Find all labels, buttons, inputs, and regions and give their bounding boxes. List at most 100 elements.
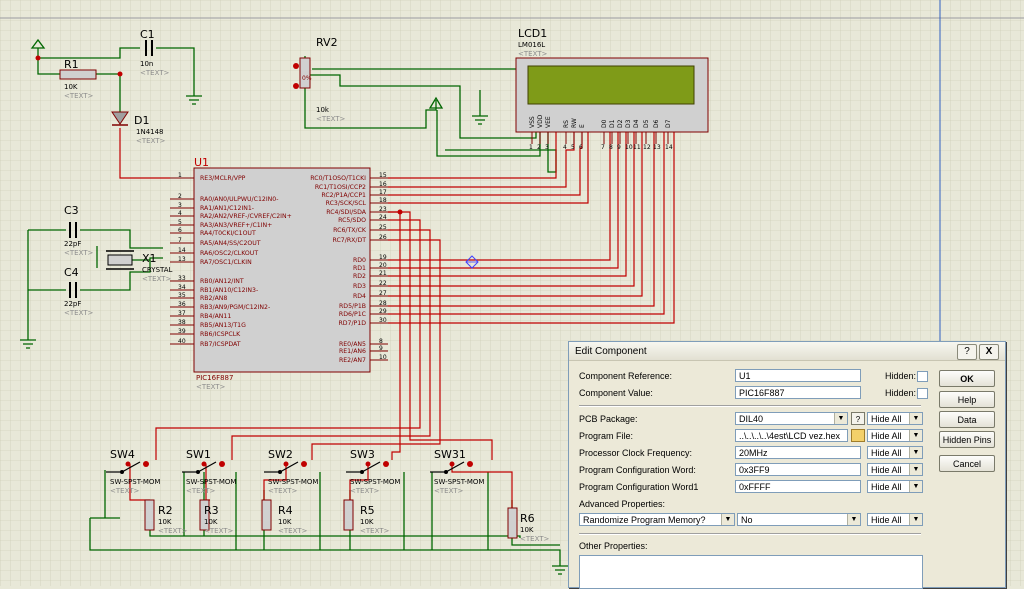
clock-visibility-select[interactable]: Hide All ▼ xyxy=(867,446,923,459)
r3-text: <TEXT> xyxy=(204,527,234,535)
switch-text: <TEXT> xyxy=(268,487,298,495)
u1-pin-name: RD3 xyxy=(353,283,366,290)
lcd-pin-number: 3 xyxy=(545,144,549,151)
clock-frequency-input[interactable]: 20MHz xyxy=(735,446,861,459)
switch-terminal-dot xyxy=(301,461,307,467)
r5-value: 10K xyxy=(360,518,374,526)
u1-pin-name: RE3/MCLR/VPP xyxy=(200,175,246,182)
hide-all-text: Hide All xyxy=(871,414,902,424)
lcd-pin-name: D1 xyxy=(609,119,616,128)
switch-value: SW-SPST-MOM xyxy=(350,478,400,486)
switch-value: SW-SPST-MOM xyxy=(268,478,318,486)
dialog-title: Edit Component xyxy=(575,346,647,357)
lcd-pin-number: 14 xyxy=(665,144,673,151)
switch-value: SW-SPST-MOM xyxy=(110,478,160,486)
microcontroller-u1[interactable]: U1 1 RE3/MCLR/VPP 2 RA0/AN0/ULPWU/C12IN0- 3 R… xyxy=(170,156,388,391)
u1-pin-name: RD6/P1C xyxy=(339,311,366,318)
rv2-mark: 0% xyxy=(302,75,312,82)
switch-terminal-dot xyxy=(201,461,207,467)
close-button[interactable]: X xyxy=(979,344,999,360)
rv2-ref: RV2 xyxy=(316,36,338,49)
u1-pin-name: RB7/ICSPDAT xyxy=(200,341,241,348)
switch-terminal-dot xyxy=(467,461,473,467)
chevron-down-icon: ▼ xyxy=(909,514,922,525)
pcb-package-value: DIL40 xyxy=(739,414,764,424)
pcb-package-label: PCB Package: xyxy=(579,414,638,424)
u1-pin-name: RA7/OSC1/CLKIN xyxy=(200,259,252,266)
u1-pin-number: 17 xyxy=(379,189,387,196)
switch-text: <TEXT> xyxy=(110,487,140,495)
u1-pin-name: RB2/AN8 xyxy=(200,295,227,302)
lcd-pin-name: D5 xyxy=(643,119,650,128)
advanced-visibility-select[interactable]: Hide All ▼ xyxy=(867,513,923,526)
config-visibility-select[interactable]: Hide All ▼ xyxy=(867,463,923,476)
lcd-pin-name: VEE xyxy=(545,116,552,128)
hidden-checkbox-2[interactable] xyxy=(917,388,928,399)
r5-ref: R5 xyxy=(360,504,375,517)
other-properties-textarea[interactable] xyxy=(579,555,923,589)
dialog-titlebar[interactable]: Edit Component ? X xyxy=(569,342,1005,361)
rv2-value: 10k xyxy=(316,106,330,114)
chevron-down-icon: ▼ xyxy=(834,413,847,424)
u1-pin-name: RB6/ICSPCLK xyxy=(200,331,241,338)
hidden-checkbox-1[interactable] xyxy=(917,371,928,382)
r5-text: <TEXT> xyxy=(360,527,390,535)
component-reference-input[interactable]: U1 xyxy=(735,369,861,382)
data-button[interactable]: Data xyxy=(939,411,995,428)
r1-ref: R1 xyxy=(64,58,79,71)
hide-all-text: Hide All xyxy=(871,482,902,492)
r3-ref: R3 xyxy=(204,504,219,517)
config-word1-input[interactable]: 0xFFFF xyxy=(735,480,861,493)
advanced-property-select[interactable]: Randomize Program Memory? ▼ xyxy=(579,513,735,526)
pcb-package-select[interactable]: DIL40 ▼ xyxy=(735,412,848,425)
u1-pin-name: RD1 xyxy=(353,265,366,272)
r2-text: <TEXT> xyxy=(158,527,188,535)
folder-icon[interactable] xyxy=(851,429,865,442)
help-title-button[interactable]: ? xyxy=(957,344,977,360)
hidden-pins-button[interactable]: Hidden Pins xyxy=(939,431,995,448)
hidden-label-2: Hidden: xyxy=(885,388,917,398)
component-value-label: Component Value: xyxy=(579,388,653,398)
hide-all-text: Hide All xyxy=(871,431,902,441)
r2-value: 10K xyxy=(158,518,172,526)
u1-pin-name: RA3/AN3/VREF+/C1IN+ xyxy=(200,222,272,229)
lcd-pin-name: D4 xyxy=(633,119,640,128)
ok-button[interactable]: OK xyxy=(939,370,995,387)
program-visibility-select[interactable]: Hide All ▼ xyxy=(867,429,923,442)
config1-visibility-select[interactable]: Hide All ▼ xyxy=(867,480,923,493)
pcb-visibility-select[interactable]: Hide All ▼ xyxy=(867,412,923,425)
switch-terminal-dot xyxy=(365,461,371,467)
r6-value: 10K xyxy=(520,526,534,534)
u1-pin-name: RC5/SDO xyxy=(338,217,366,224)
u1-pin-number: 7 xyxy=(178,237,182,244)
u1-pin-number: 18 xyxy=(379,197,387,204)
r6-ref: R6 xyxy=(520,512,535,525)
u1-pin-number: 14 xyxy=(178,247,186,254)
advanced-properties-label: Advanced Properties: xyxy=(579,499,666,509)
u1-ref: U1 xyxy=(194,156,209,169)
u1-pin-name: RD2 xyxy=(353,273,366,280)
c3-text: <TEXT> xyxy=(64,249,94,257)
lcd-pin-number: 13 xyxy=(653,144,661,151)
u1-pin-name: RB3/AN9/PGM/C12IN2- xyxy=(200,304,270,311)
u1-pin-number: 15 xyxy=(379,172,387,179)
u1-pin-number: 13 xyxy=(178,256,186,263)
chevron-down-icon: ▼ xyxy=(909,430,922,441)
u1-text: <TEXT> xyxy=(196,383,226,391)
switch-ref: SW3 xyxy=(350,448,375,461)
advanced-value-select[interactable]: No ▼ xyxy=(737,513,861,526)
advanced-property-value: Randomize Program Memory? xyxy=(583,515,706,525)
u1-pin-number: 8 xyxy=(379,338,383,345)
lcd-pin-name: RS xyxy=(563,120,570,128)
help-button[interactable]: Help xyxy=(939,391,995,408)
component-value-input[interactable]: PIC16F887 xyxy=(735,386,861,399)
u1-pin-name: RE2/AN7 xyxy=(339,357,366,364)
config-word-input[interactable]: 0x3FF9 xyxy=(735,463,861,476)
hidden-label-1: Hidden: xyxy=(885,371,917,381)
program-file-input[interactable]: ..\..\..\..\4est\LCD vez.hex xyxy=(735,429,848,442)
u1-pin-number: 5 xyxy=(178,219,182,226)
cancel-button[interactable]: Cancel xyxy=(939,455,995,472)
u1-pin-number: 2 xyxy=(178,193,182,200)
pcb-help-button[interactable]: ? xyxy=(851,412,865,425)
u1-pin-name: RA4/T0CKI/C1OUT xyxy=(200,230,256,237)
